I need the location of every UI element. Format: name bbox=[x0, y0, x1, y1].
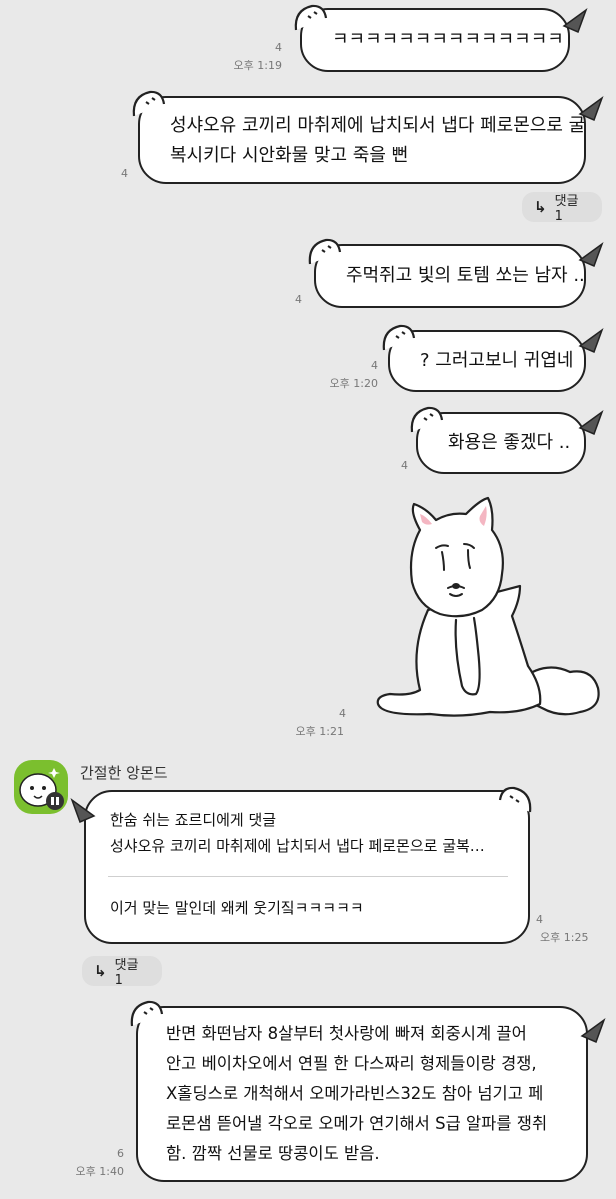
message-text-line: X홀딩스로 개척해서 오메가라빈스32도 참아 넘기고 페 bbox=[166, 1084, 544, 1103]
reply-message-bubble[interactable]: 한숨 쉬는 죠르디에게 댓글 성샤오유 코끼리 마취제에 납치되서 냅다 페로몬… bbox=[84, 790, 530, 944]
bubble-ear-icon bbox=[308, 238, 342, 265]
message-text-line: 복시키다 시안화물 맞고 죽을 뻔 bbox=[170, 145, 409, 166]
message-bubble[interactable]: 반면 화떤남자 8살부터 첫사랑에 빠져 회중시계 끌어 안고 베이차오에서 연… bbox=[136, 1006, 588, 1182]
bubble-tail-icon bbox=[562, 7, 588, 34]
unread-count: 4 bbox=[339, 707, 346, 720]
reply-arrow-icon: ↳ bbox=[94, 962, 107, 980]
timestamp: 오후 1:21 bbox=[295, 725, 344, 738]
bubble-ear-icon bbox=[382, 324, 416, 351]
bubble-ear-icon bbox=[498, 786, 532, 813]
message-bubble[interactable]: 성샤오유 코끼리 마취제에 납치되서 냅다 페로몬으로 굴 복시키다 시안화물 … bbox=[138, 96, 586, 184]
jordy-avatar-icon bbox=[19, 768, 64, 810]
divider bbox=[108, 876, 508, 877]
message-text: 이거 맞는 말인데 왜케 웃기짘ㅋㅋㅋㅋㅋ bbox=[110, 899, 364, 917]
reply-label: 댓글 1 bbox=[114, 958, 139, 988]
message-text-line: 반면 화떤남자 8살부터 첫사랑에 빠져 회중시계 끌어 bbox=[166, 1024, 527, 1043]
message-bubble[interactable]: 주먹쥐고 빛의 토템 쏘는 남자 .. bbox=[314, 244, 586, 308]
bubble-ear-icon bbox=[132, 90, 166, 117]
message-text-line: 함. 깜짝 선물로 땅콩이도 받음. bbox=[166, 1144, 380, 1163]
unread-count: 4 bbox=[121, 167, 128, 180]
quote-text: 성샤오유 코끼리 마취제에 납치되서 냅다 페로몬으로 굴복… bbox=[110, 837, 485, 855]
unread-count: 4 bbox=[401, 459, 408, 472]
message-text: ? 그러고보니 귀엽네 bbox=[420, 350, 574, 371]
bubble-tail-icon bbox=[578, 95, 604, 122]
sad-dog-sticker-icon[interactable] bbox=[370, 490, 606, 730]
bubble-tail-icon bbox=[580, 1017, 606, 1044]
bubble-ear-icon bbox=[294, 4, 328, 31]
message-text-line: 안고 베이차오에서 연필 한 다스짜리 형제들이랑 경쟁, bbox=[166, 1054, 537, 1073]
timestamp: 오후 1:40 bbox=[75, 1165, 124, 1178]
timestamp: 오후 1:19 bbox=[233, 59, 282, 72]
unread-count: 4 bbox=[536, 913, 543, 926]
reply-label: 댓글 1 bbox=[554, 194, 579, 224]
unread-count: 4 bbox=[371, 359, 378, 372]
bubble-ear-icon bbox=[410, 406, 444, 433]
message-text: ㅋㅋㅋㅋㅋㅋㅋㅋㅋㅋㅋㅋㅋㅋ bbox=[332, 29, 564, 50]
message-bubble[interactable]: ㅋㅋㅋㅋㅋㅋㅋㅋㅋㅋㅋㅋㅋㅋ bbox=[300, 8, 570, 72]
bubble-tail-icon bbox=[578, 327, 604, 354]
reply-count-button[interactable]: ↳ 댓글 1 bbox=[522, 192, 602, 224]
timestamp: 오후 1:25 bbox=[540, 931, 589, 944]
reply-count-button[interactable]: ↳ 댓글 1 bbox=[82, 956, 162, 988]
message-text-line: 성샤오유 코끼리 마취제에 납치되서 냅다 페로몬으로 굴 bbox=[170, 115, 586, 136]
quote-header: 한숨 쉬는 죠르디에게 댓글 bbox=[110, 811, 277, 829]
sender-name: 간절한 앙몬드 bbox=[80, 764, 168, 782]
unread-count: 4 bbox=[275, 41, 282, 54]
timestamp: 오후 1:20 bbox=[329, 377, 378, 390]
bubble-tail-icon bbox=[578, 409, 604, 436]
avatar[interactable] bbox=[14, 760, 68, 814]
message-text-line: 로몬샘 뜯어낼 각오로 오메가 연기해서 S급 알파를 쟁취 bbox=[166, 1114, 548, 1133]
unread-count: 6 bbox=[117, 1147, 124, 1160]
unread-count: 4 bbox=[295, 293, 302, 306]
bubble-ear-icon bbox=[130, 1000, 164, 1027]
bubble-tail-icon bbox=[70, 797, 96, 824]
message-text: 화용은 좋겠다 .. bbox=[448, 432, 571, 453]
bubble-tail-icon bbox=[578, 241, 604, 268]
reply-arrow-icon: ↳ bbox=[534, 198, 547, 216]
message-text: 주먹쥐고 빛의 토템 쏘는 남자 .. bbox=[346, 265, 585, 286]
